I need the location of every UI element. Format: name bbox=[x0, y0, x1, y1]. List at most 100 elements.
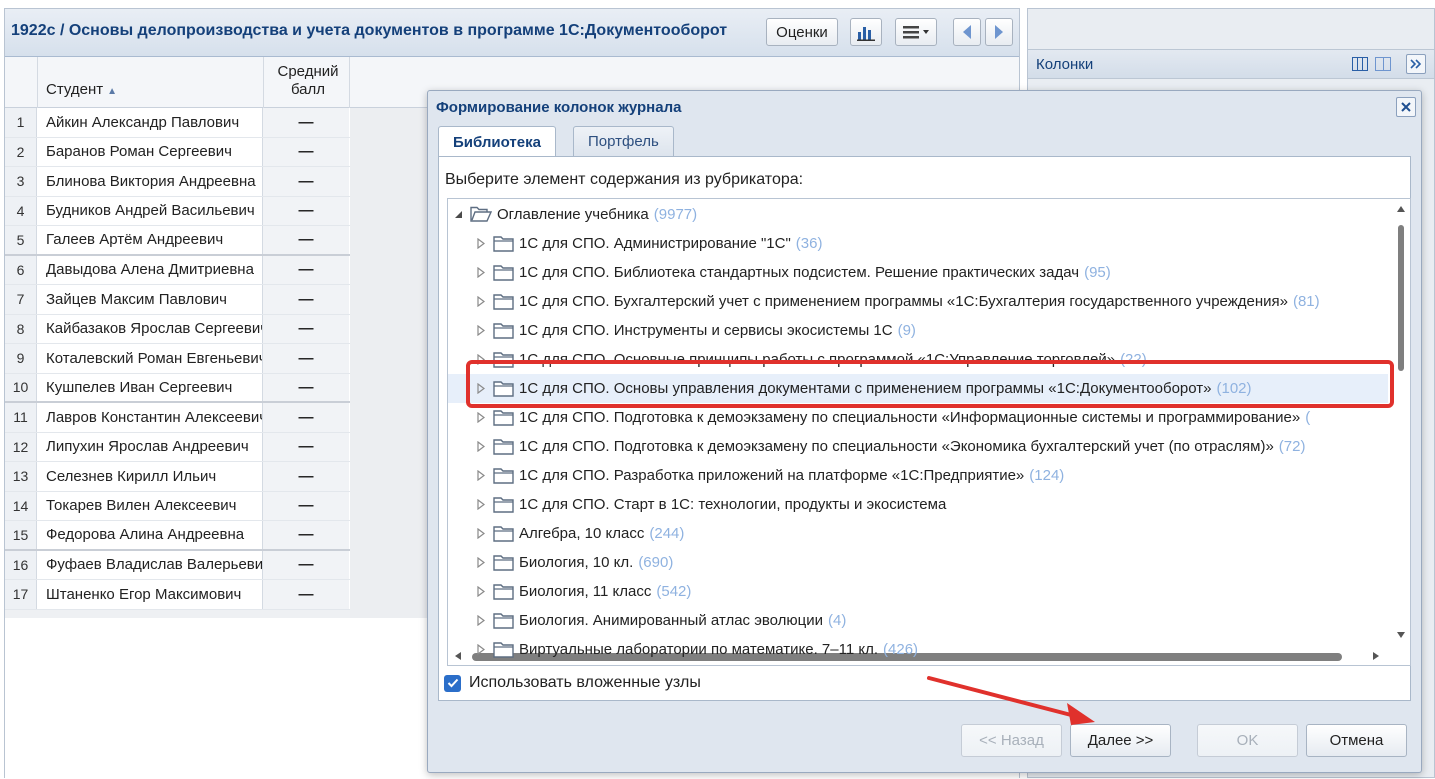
tree-node[interactable]: Алгебра, 10 класс (244) bbox=[448, 519, 1388, 548]
student-name[interactable]: Кушпелев Иван Сергеевич bbox=[37, 373, 263, 401]
tree-node[interactable]: 1С для СПО. Основные принципы работы с п… bbox=[448, 345, 1388, 374]
next-nav-button[interactable] bbox=[985, 18, 1013, 46]
collapsed-arrow-icon[interactable] bbox=[475, 267, 487, 278]
student-name[interactable]: Айкин Александр Павлович bbox=[37, 108, 263, 137]
tree-node[interactable]: Биология, 11 класс (542) bbox=[448, 577, 1388, 606]
scroll-down-icon[interactable] bbox=[1396, 631, 1406, 639]
table-row[interactable]: 16 Фуфаев Владислав Валерьевич — bbox=[5, 550, 350, 580]
tree-node[interactable]: Биология, 10 кл. (690) bbox=[448, 548, 1388, 577]
student-name[interactable]: Баранов Роман Сергеевич bbox=[37, 137, 263, 166]
avg-score[interactable]: — bbox=[263, 432, 349, 461]
table-row[interactable]: 14 Токарев Вилен Алексеевич — bbox=[5, 491, 350, 521]
nested-nodes-checkbox[interactable] bbox=[444, 674, 461, 692]
grid-header-student[interactable]: Студент ▲ bbox=[38, 57, 264, 108]
dialog-close-button[interactable] bbox=[1396, 97, 1416, 117]
collapsed-arrow-icon[interactable] bbox=[475, 557, 487, 568]
table-row[interactable]: 3 Блинова Виктория Андреевна — bbox=[5, 167, 350, 197]
back-button[interactable]: << Назад bbox=[961, 724, 1062, 757]
collapsed-arrow-icon[interactable] bbox=[475, 238, 487, 249]
scroll-up-icon[interactable] bbox=[1396, 205, 1406, 213]
student-name[interactable]: Кайбазаков Ярослав Сергеевич bbox=[37, 314, 263, 343]
collapsed-arrow-icon[interactable] bbox=[475, 441, 487, 452]
collapsed-arrow-icon[interactable] bbox=[475, 325, 487, 336]
menu-dropdown-button[interactable] bbox=[895, 18, 937, 46]
tree-node[interactable]: Оглавление учебника (9977) bbox=[448, 200, 1388, 229]
student-name[interactable]: Блинова Виктория Андреевна bbox=[37, 167, 263, 196]
avg-score[interactable]: — bbox=[263, 580, 349, 609]
avg-score[interactable]: — bbox=[263, 108, 349, 137]
collapsed-arrow-icon[interactable] bbox=[475, 528, 487, 539]
avg-score[interactable]: — bbox=[263, 373, 349, 401]
table-row[interactable]: 7 Зайцев Максим Павлович — bbox=[5, 285, 350, 315]
student-name[interactable]: Давыдова Алена Дмитриевна bbox=[37, 255, 263, 284]
tree-node[interactable]: 1С для СПО. Администрирование "1С" (36) bbox=[448, 229, 1388, 258]
avg-score[interactable]: — bbox=[263, 521, 349, 549]
tree-node[interactable]: 1С для СПО. Подготовка к демоэкзамену по… bbox=[448, 432, 1388, 461]
collapsed-arrow-icon[interactable] bbox=[475, 296, 487, 307]
table-row[interactable]: 2 Баранов Роман Сергеевич — bbox=[5, 137, 350, 167]
student-name[interactable]: Штаненко Егор Максимович bbox=[37, 580, 263, 609]
avg-score[interactable]: — bbox=[263, 462, 349, 491]
table-row[interactable]: 5 Галеев Артём Андреевич — bbox=[5, 226, 350, 256]
tab-portfolio[interactable]: Портфель bbox=[573, 126, 674, 156]
nested-nodes-option[interactable]: Использовать вложенные узлы bbox=[444, 674, 701, 692]
tab-library[interactable]: Библиотека bbox=[438, 126, 556, 157]
table-row[interactable]: 10 Кушпелев Иван Сергеевич — bbox=[5, 373, 350, 403]
avg-score[interactable]: — bbox=[263, 196, 349, 225]
next-button[interactable]: Далее >> bbox=[1070, 724, 1171, 757]
ok-button[interactable]: OK bbox=[1197, 724, 1298, 757]
tree-node[interactable]: Биология. Анимированный атлас эволюции (4… bbox=[448, 606, 1388, 635]
collapsed-arrow-icon[interactable] bbox=[475, 644, 487, 655]
cancel-button[interactable]: Отмена bbox=[1306, 724, 1407, 757]
avg-score[interactable]: — bbox=[263, 226, 349, 254]
collapsed-arrow-icon[interactable] bbox=[475, 586, 487, 597]
prev-button[interactable] bbox=[953, 18, 981, 46]
avg-score[interactable]: — bbox=[263, 550, 349, 579]
avg-score[interactable]: — bbox=[263, 403, 349, 432]
student-name[interactable]: Федорова Алина Андреевна bbox=[37, 521, 263, 549]
table-row[interactable]: 1 Айкин Александр Павлович — bbox=[5, 108, 350, 138]
avg-score[interactable]: — bbox=[263, 167, 349, 196]
table-row[interactable]: 12 Липухин Ярослав Андреевич — bbox=[5, 432, 350, 462]
collapsed-arrow-icon[interactable] bbox=[475, 470, 487, 481]
tree-node[interactable]: Виртуальные лаборатории по математике. 7… bbox=[448, 635, 1388, 664]
table-row[interactable]: 13 Селезнев Кирилл Ильич — bbox=[5, 462, 350, 492]
student-name[interactable]: Липухин Ярослав Андреевич bbox=[37, 432, 263, 461]
tree-node[interactable]: 1С для СПО. Библиотека стандартных подси… bbox=[448, 258, 1388, 287]
table-row[interactable]: 4 Будников Андрей Васильевич — bbox=[5, 196, 350, 226]
expanded-arrow-icon[interactable] bbox=[452, 210, 464, 219]
avg-score[interactable]: — bbox=[263, 137, 349, 166]
grades-button[interactable]: Оценки bbox=[766, 18, 838, 46]
student-name[interactable]: Зайцев Максим Павлович bbox=[37, 285, 263, 314]
table-row[interactable]: 15 Федорова Алина Андреевна — bbox=[5, 521, 350, 551]
avg-score[interactable]: — bbox=[263, 285, 349, 314]
tree-node[interactable]: 1С для СПО. Разработка приложений на пла… bbox=[448, 461, 1388, 490]
student-name[interactable]: Лавров Константин Алексеевич bbox=[37, 403, 263, 432]
statistics-button[interactable] bbox=[850, 18, 882, 46]
vertical-scroll-thumb[interactable] bbox=[1398, 225, 1404, 371]
collapsed-arrow-icon[interactable] bbox=[475, 499, 487, 510]
table-row[interactable]: 17 Штаненко Егор Максимович — bbox=[5, 580, 350, 610]
table-row[interactable]: 6 Давыдова Алена Дмитриевна — bbox=[5, 255, 350, 285]
tree-node[interactable]: 1С для СПО. Старт в 1С: технологии, прод… bbox=[448, 490, 1388, 519]
collapse-panel-button[interactable] bbox=[1406, 54, 1426, 74]
student-name[interactable]: Фуфаев Владислав Валерьевич bbox=[37, 550, 263, 579]
tree-vertical-scrollbar[interactable] bbox=[1392, 199, 1410, 649]
tree-node[interactable]: 1С для СПО. Инструменты и сервисы экосис… bbox=[448, 316, 1388, 345]
avg-score[interactable]: — bbox=[263, 491, 349, 520]
student-name[interactable]: Будников Андрей Васильевич bbox=[37, 196, 263, 225]
avg-score[interactable]: — bbox=[263, 255, 349, 284]
tree-node[interactable]: 1С для СПО. Подготовка к демоэкзамену по… bbox=[448, 403, 1388, 432]
table-row[interactable]: 8 Кайбазаков Ярослав Сергеевич — bbox=[5, 314, 350, 344]
student-name[interactable]: Селезнев Кирилл Ильич bbox=[37, 462, 263, 491]
collapsed-arrow-icon[interactable] bbox=[475, 383, 487, 394]
collapsed-arrow-icon[interactable] bbox=[475, 354, 487, 365]
table-row[interactable]: 11 Лавров Константин Алексеевич — bbox=[5, 403, 350, 433]
table-row[interactable]: 9 Коталевский Роман Евгеньевич — bbox=[5, 344, 350, 374]
tree-node[interactable]: 1С для СПО. Основы управления документам… bbox=[448, 374, 1388, 403]
student-name[interactable]: Коталевский Роман Евгеньевич bbox=[37, 344, 263, 373]
collapsed-arrow-icon[interactable] bbox=[475, 615, 487, 626]
collapsed-arrow-icon[interactable] bbox=[475, 412, 487, 423]
tree-node[interactable]: 1С для СПО. Бухгалтерский учет с примене… bbox=[448, 287, 1388, 316]
student-name[interactable]: Галеев Артём Андреевич bbox=[37, 226, 263, 254]
